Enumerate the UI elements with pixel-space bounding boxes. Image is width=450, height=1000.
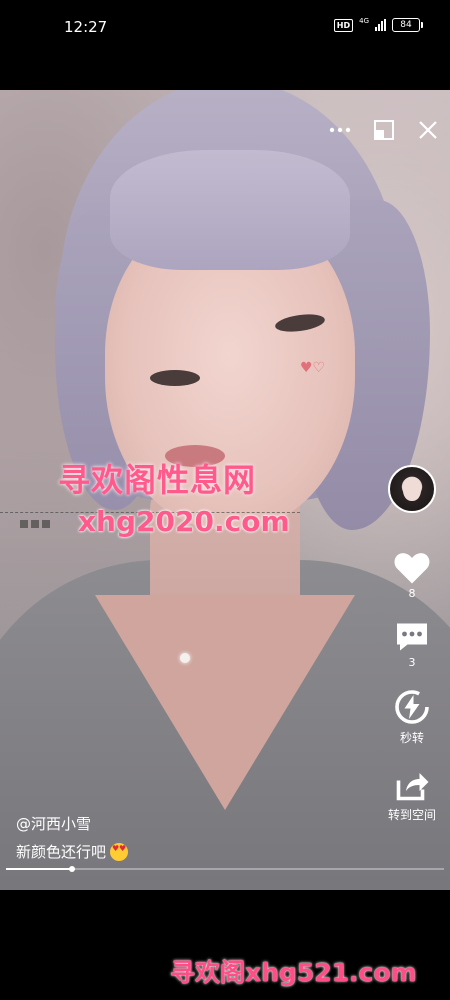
share-icon bbox=[396, 773, 429, 801]
caption-text: 新颜色还行吧 bbox=[16, 843, 107, 861]
comment-icon bbox=[397, 623, 427, 651]
watermark-domain: xhg2020.com bbox=[78, 505, 290, 538]
watermark-title: 寻欢阁性息网 bbox=[58, 461, 257, 499]
heart-sticker-icon: ♥♡ bbox=[300, 360, 326, 376]
like-button[interactable]: 8 bbox=[393, 551, 431, 600]
lightning-icon bbox=[395, 690, 429, 724]
heart-icon bbox=[394, 553, 430, 584]
video-player[interactable]: ♥♡ 寻欢阁性息网 xhg2020.com 8 3 秒转 转到空间 @河西小雪 … bbox=[0, 90, 450, 890]
status-indicators: HD 4G 84 bbox=[333, 17, 423, 32]
progress-knob[interactable] bbox=[68, 866, 75, 872]
share-to-space-label: 转到空间 bbox=[387, 808, 436, 822]
comment-count: 3 bbox=[408, 656, 416, 669]
post-caption: 新颜色还行吧 bbox=[16, 841, 129, 862]
like-count: 8 bbox=[408, 587, 416, 600]
top-controls bbox=[328, 118, 440, 142]
author-name[interactable]: @河西小雪 bbox=[16, 813, 91, 834]
status-bar: 12:27 HD 4G 84 bbox=[0, 0, 450, 60]
more-dots-icon[interactable] bbox=[328, 118, 352, 142]
status-time: 12:27 bbox=[64, 18, 108, 36]
heart-eyes-emoji-icon bbox=[110, 842, 129, 861]
comment-button[interactable]: 3 bbox=[394, 620, 430, 669]
battery-level: 84 bbox=[400, 20, 412, 30]
progress-bar[interactable] bbox=[6, 866, 444, 872]
flash-repost-button[interactable]: 秒转 bbox=[394, 689, 430, 746]
video-figure-eye-left bbox=[150, 370, 200, 386]
video-figure-bangs bbox=[110, 150, 350, 270]
close-icon[interactable] bbox=[416, 118, 440, 142]
flash-repost-label: 秒转 bbox=[399, 731, 424, 745]
network-label: 4G bbox=[359, 17, 369, 25]
avatar[interactable] bbox=[388, 465, 436, 513]
action-column: 8 3 秒转 转到空间 bbox=[382, 465, 442, 823]
video-figure-necklace bbox=[180, 653, 190, 663]
bottom-watermark: 寻欢阁xhg521.com bbox=[170, 958, 417, 987]
hd-badge: HD bbox=[333, 18, 354, 32]
share-to-space-button[interactable]: 转到空间 bbox=[388, 768, 436, 823]
video-figure-vneck bbox=[95, 595, 355, 810]
progress-fill bbox=[6, 868, 72, 870]
watermark-dots bbox=[20, 520, 50, 528]
minimize-window-icon[interactable] bbox=[372, 118, 396, 142]
signal-icon bbox=[375, 19, 386, 31]
battery-icon: 84 bbox=[392, 18, 423, 32]
